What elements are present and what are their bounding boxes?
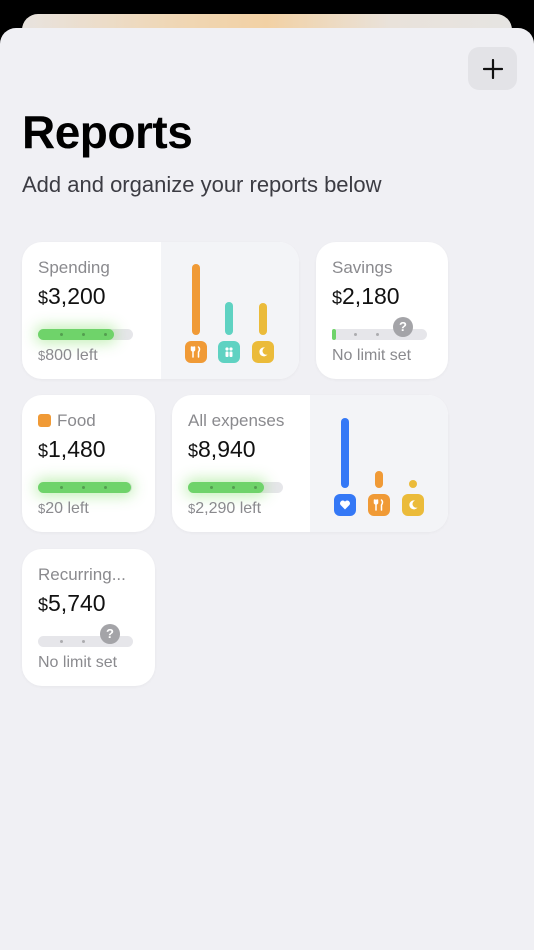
track-dot (232, 486, 235, 489)
card-amount: $1,480 (38, 436, 106, 462)
card-footnote: No limit set (332, 347, 412, 364)
progress-fill (332, 329, 336, 340)
card-footnote: $800 left (38, 347, 98, 364)
track-dot (104, 333, 107, 336)
progress-track (332, 329, 427, 340)
spending-report-card[interactable]: Spending $3,200 $800 left (22, 242, 299, 379)
chart-bar (375, 471, 383, 488)
heart-icon (334, 494, 356, 516)
add-report-button[interactable] (468, 47, 517, 90)
progress-track (188, 482, 283, 493)
track-dot (60, 333, 63, 336)
page-subtitle: Add and organize your reports below (22, 172, 382, 197)
question-icon: ? (100, 624, 120, 644)
moon-icon (252, 341, 274, 363)
question-icon: ? (393, 317, 413, 337)
track-dot (254, 486, 257, 489)
track-dot (210, 486, 213, 489)
moon-icon (402, 494, 424, 516)
all-expenses-report-card[interactable]: All expenses $8,940 $2,290 left (172, 395, 448, 532)
card-footnote: $20 left (38, 500, 89, 517)
people-icon (218, 341, 240, 363)
progress-track (38, 482, 132, 493)
track-dot (82, 640, 85, 643)
card-footnote: $2,290 left (188, 500, 262, 517)
card-footnote: No limit set (38, 654, 118, 671)
track-dot (82, 333, 85, 336)
track-dot (376, 333, 379, 336)
card-label: Savings (332, 258, 393, 277)
card-amount: $8,940 (188, 436, 256, 462)
track-dot (354, 333, 357, 336)
progress-fill (38, 329, 114, 340)
recurring-report-card[interactable]: Recurring... $5,740 ? No limit set (22, 549, 155, 686)
chart-bar (341, 418, 349, 488)
track-dot (60, 640, 63, 643)
fork-knife-icon (185, 341, 207, 363)
card-label: Spending (38, 258, 110, 277)
spending-chart-panel (161, 242, 299, 379)
page-title: Reports (22, 106, 193, 158)
plus-icon (482, 58, 503, 79)
chart-bar (259, 303, 267, 335)
progress-fill (188, 482, 264, 493)
card-amount: $3,200 (38, 283, 106, 309)
card-label: Recurring... (38, 565, 126, 584)
card-amount: $2,180 (332, 283, 400, 309)
card-amount: $5,740 (38, 590, 106, 616)
chart-bar (225, 302, 233, 335)
track-dot (82, 486, 85, 489)
chart-bar (192, 264, 200, 335)
track-dot (104, 486, 107, 489)
card-label: All expenses (188, 411, 285, 430)
track-dot (60, 486, 63, 489)
chart-bar (409, 480, 417, 488)
all-expenses-chart-panel (310, 395, 448, 532)
fork-knife-icon (368, 494, 390, 516)
savings-report-card[interactable]: Savings $2,180 ? No limit set (316, 242, 448, 379)
category-swatch (38, 414, 51, 427)
card-label: Food (38, 411, 96, 431)
food-report-card[interactable]: Food $1,480 $20 left (22, 395, 155, 532)
progress-track (38, 329, 133, 340)
